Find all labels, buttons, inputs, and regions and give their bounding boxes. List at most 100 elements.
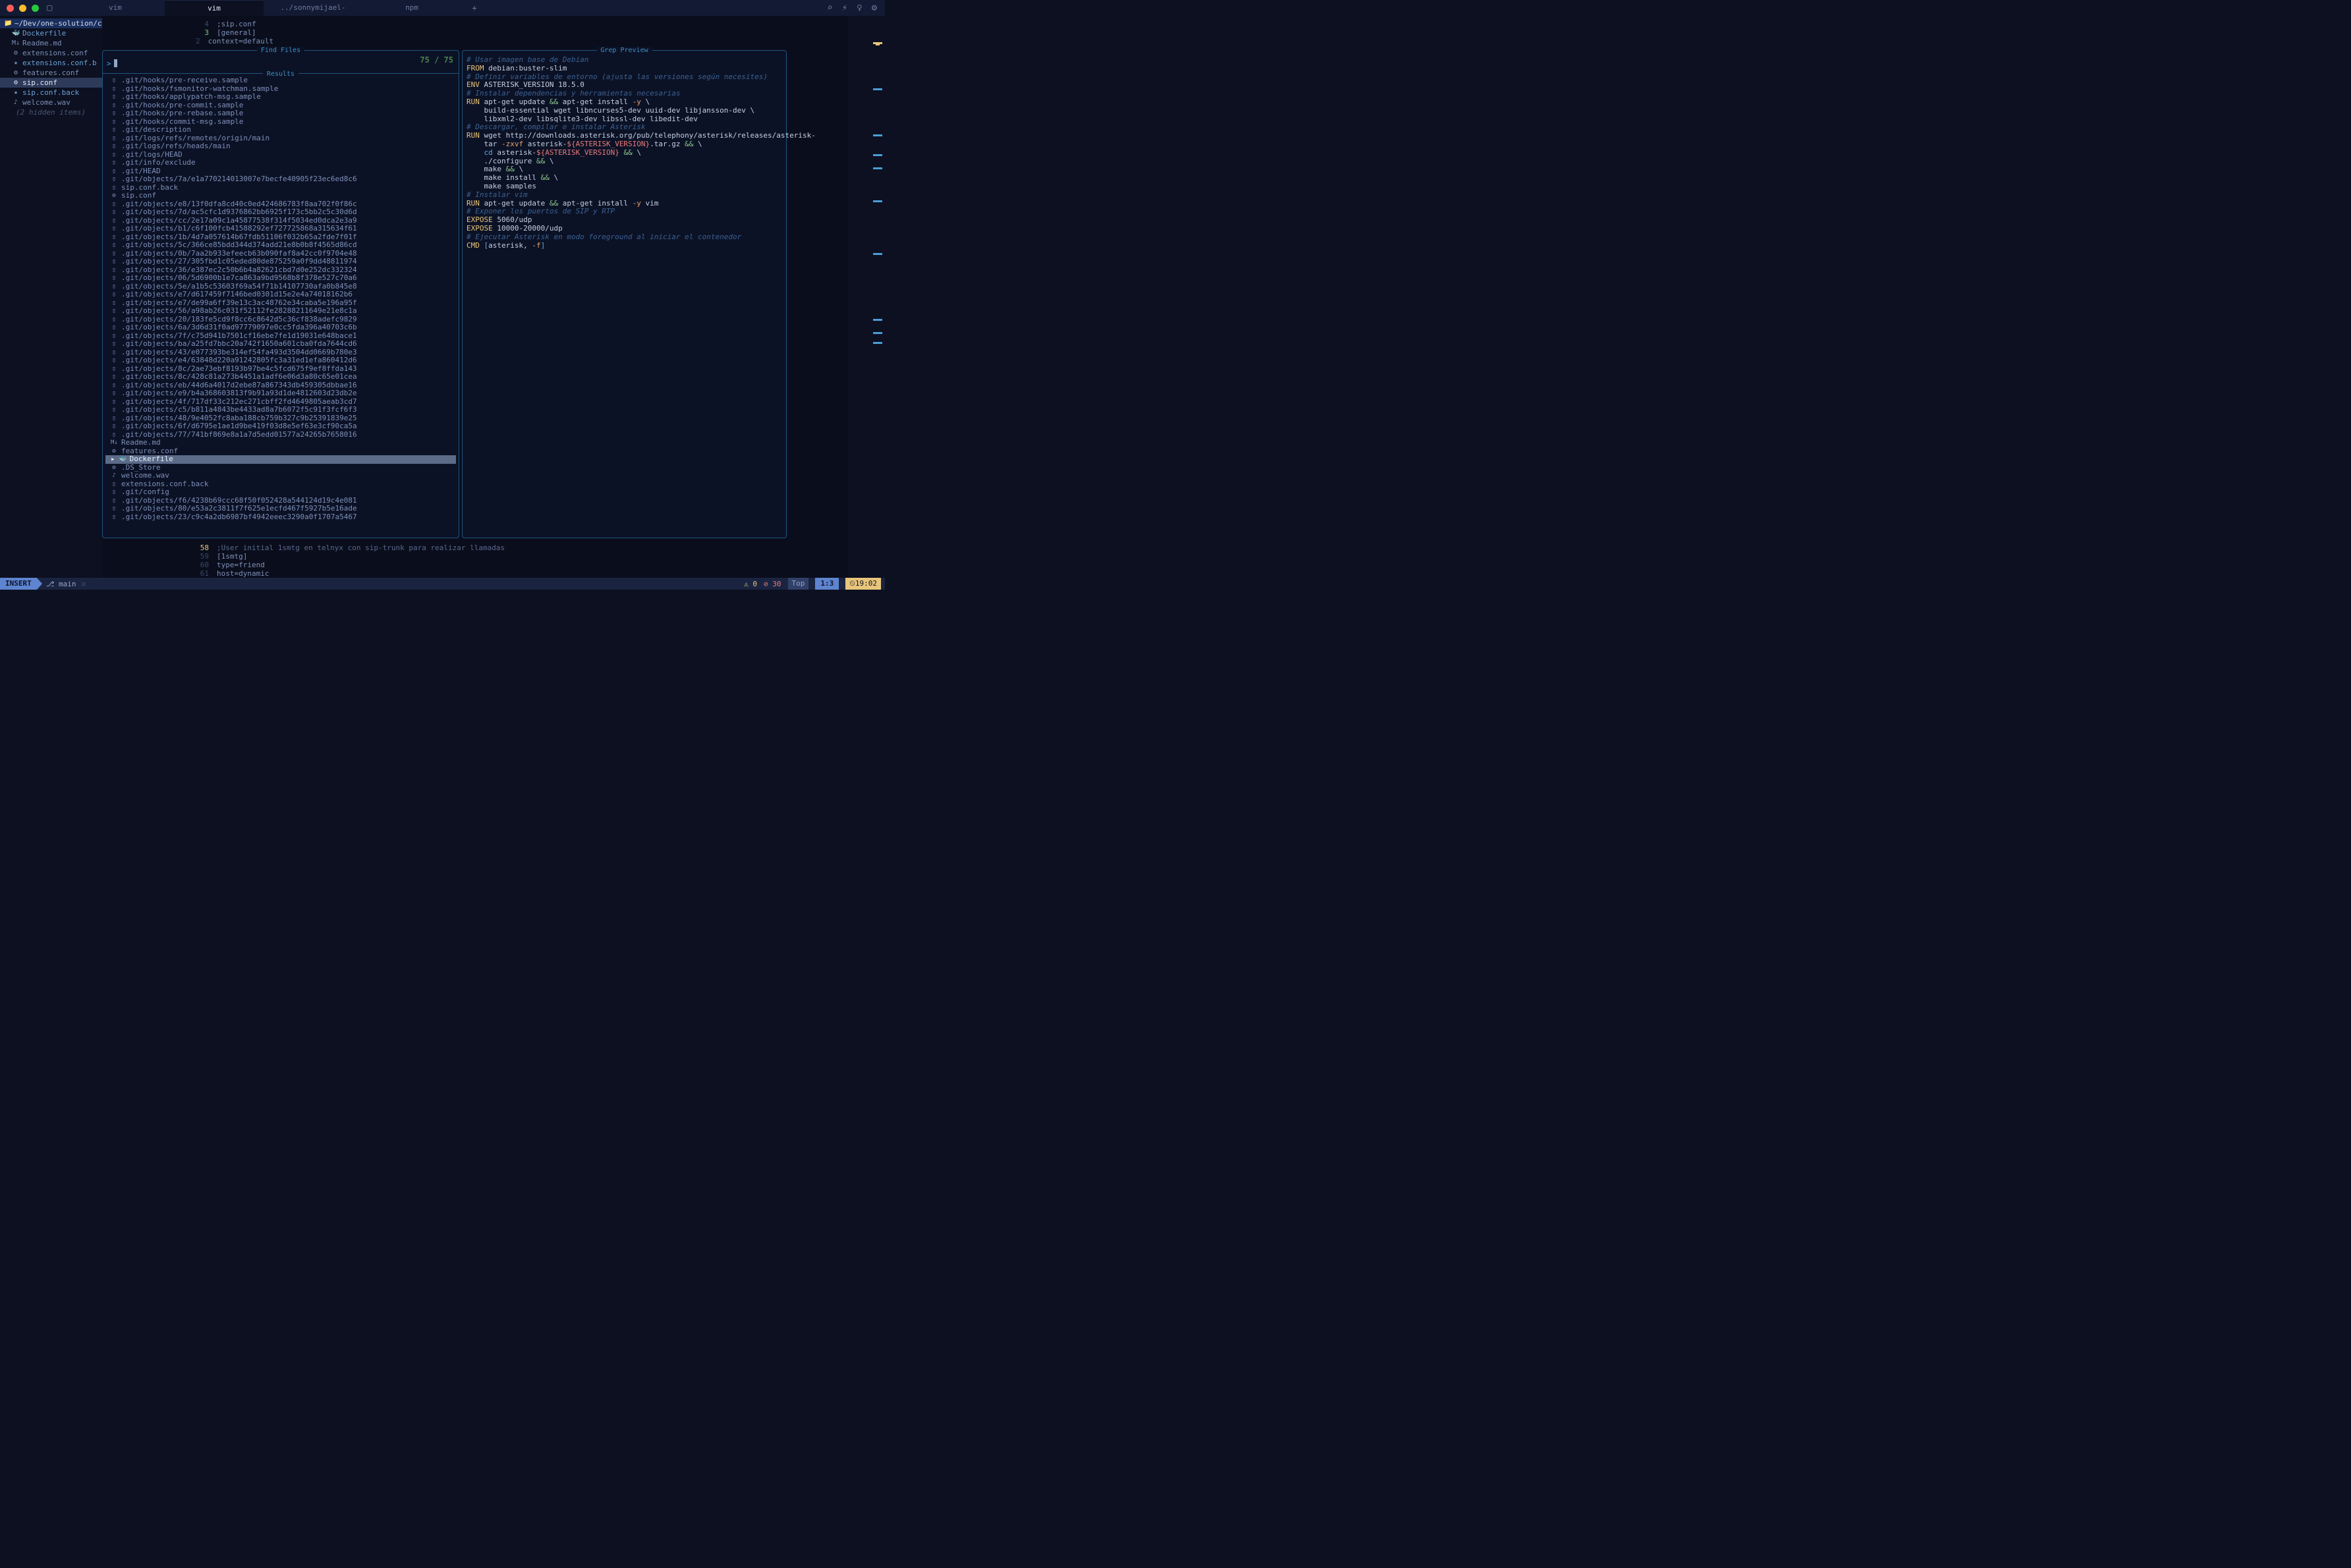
result-row[interactable]: ▯.git/hooks/applypatch-msg.sample xyxy=(105,93,456,101)
tab-bar: vimvim../sonnymijael-homepagenpm+ xyxy=(66,0,819,16)
file-icon: ▯ xyxy=(111,414,117,423)
result-row[interactable]: ▯.git/config xyxy=(105,488,456,497)
search-icon[interactable]: ⌕ xyxy=(827,3,832,13)
result-row[interactable]: ▯sip.conf.back xyxy=(105,184,456,192)
bulb-icon[interactable]: ♀ xyxy=(857,3,862,13)
minimap-marker[interactable] xyxy=(873,332,882,334)
result-row[interactable]: ▯.git/objects/ba/a25fd7bbc20a742f1650a60… xyxy=(105,340,456,349)
file-icon: ⚙ xyxy=(12,69,20,76)
result-row[interactable]: M↓Readme.md xyxy=(105,439,456,447)
result-row[interactable]: ▯.git/logs/refs/heads/main xyxy=(105,142,456,151)
minimap-marker[interactable] xyxy=(873,253,882,255)
file-icon: ▯ xyxy=(111,217,117,225)
editor-area[interactable]: 4;sip.conf3[general]2context=default Fin… xyxy=(102,16,885,578)
result-label: .git/objects/5c/366ce85bdd344d374add21e8… xyxy=(121,241,357,250)
result-row[interactable]: ▯.git/objects/27/305fbd1c05eded80de87525… xyxy=(105,258,456,266)
file-icon: ▯ xyxy=(111,323,117,332)
maximize-window-icon[interactable] xyxy=(32,5,39,12)
minimap-marker[interactable] xyxy=(873,167,882,169)
minimap-marker[interactable] xyxy=(873,200,882,202)
tab[interactable]: npm xyxy=(362,0,461,16)
file-tree-item-label: sip.conf xyxy=(22,78,57,87)
minimap-marker[interactable] xyxy=(873,134,882,136)
result-row[interactable]: ▯.git/description xyxy=(105,126,456,134)
file-tree-item[interactable]: ⚙sip.conf xyxy=(0,78,102,88)
settings-icon[interactable]: ⚙ xyxy=(872,3,877,13)
result-row[interactable]: ⚙sip.conf xyxy=(105,192,456,200)
file-tree-header[interactable]: 📁 ~/Dev/one-solution/communication/pbx xyxy=(0,18,102,28)
result-label: .git/objects/7d/ac5cfc1d9376862bb6925f17… xyxy=(121,208,357,217)
file-tree[interactable]: 📁 ~/Dev/one-solution/communication/pbx 🐳… xyxy=(0,16,102,578)
result-row[interactable]: ♪welcome.wav xyxy=(105,472,456,480)
tab[interactable]: ../sonnymijael-homepage xyxy=(264,0,362,16)
result-row[interactable]: ▯.git/hooks/pre-rebase.sample xyxy=(105,109,456,118)
result-label: .git/objects/b1/c6f100fcb41588292ef72772… xyxy=(121,225,357,233)
editor-line: 59[1smtg] xyxy=(188,552,885,561)
result-row[interactable]: ▯.git/objects/06/5d6900b1e7ca863a9bd9568… xyxy=(105,274,456,283)
result-row[interactable]: ▯ .git/objects/5c/366ce85bdd344d374add21e… xyxy=(105,241,456,250)
close-window-icon[interactable] xyxy=(7,5,14,12)
file-icon: ▯ xyxy=(111,241,117,250)
errors-count[interactable]: ⊘ 30 xyxy=(764,580,781,588)
status-bar: INSERT ⎇ main ≡ ⚠ 0 ⊘ 30 Top 1:3 ⏲19:02 xyxy=(0,578,885,590)
result-row[interactable]: ▯.git/objects/7a/e1a770214013007e7becfe4… xyxy=(105,175,456,184)
minimize-window-icon[interactable] xyxy=(19,5,26,12)
file-icon: ▯ xyxy=(111,101,117,110)
panel-toggle-icon[interactable]: ▢ xyxy=(47,3,52,13)
minimap-marker[interactable] xyxy=(876,43,880,45)
minimap[interactable] xyxy=(848,16,885,578)
file-tree-item-label: Readme.md xyxy=(22,39,62,47)
scroll-position: Top xyxy=(788,578,809,590)
file-icon: ⚙ xyxy=(12,49,20,57)
file-tree-item[interactable]: ♪welcome.wav xyxy=(0,98,102,107)
file-tree-item[interactable]: ⚙extensions.conf xyxy=(0,48,102,58)
file-tree-path: ~/Dev/one-solution/communication/pbx xyxy=(14,19,102,28)
tab[interactable]: vim xyxy=(165,0,264,16)
file-tree-item[interactable]: M↓Readme.md xyxy=(0,38,102,48)
result-row[interactable]: ▯.git/objects/e9/b4a368603813f9b91a93d1d… xyxy=(105,389,456,398)
file-icon: ▯ xyxy=(111,159,117,167)
result-label: .git/objects/ba/a25fd7bbc20a742f1650a601… xyxy=(121,340,357,349)
result-row[interactable]: ▯.git/objects/23/c9c4a2db6987bf4942eeec3… xyxy=(105,513,456,522)
file-icon: ▯ xyxy=(111,76,117,85)
result-row[interactable]: ▯.git/objects/56/a98ab26c031f52112fe2828… xyxy=(105,307,456,316)
result-label: .git/objects/c5/b811a4843be4433ad8a7b607… xyxy=(121,406,357,414)
grep-preview-content[interactable]: # Usar imagen base de DebianFROM debian:… xyxy=(463,51,786,255)
minimap-marker[interactable] xyxy=(873,88,882,90)
tab[interactable]: vim xyxy=(66,0,165,16)
result-label: .git/objects/e9/b4a368603813f9b91a93d1de… xyxy=(121,389,357,398)
git-branch[interactable]: ⎇ main xyxy=(46,580,76,588)
new-tab-button[interactable]: + xyxy=(461,0,488,16)
result-row[interactable]: ▯.git/objects/7d/ac5cfc1d9376862bb6925f1… xyxy=(105,208,456,217)
result-row[interactable]: ▸ 🐳Dockerfile xyxy=(105,455,456,464)
minimap-marker[interactable] xyxy=(873,154,882,156)
file-icon: ▯ xyxy=(111,250,117,258)
result-row[interactable]: ▯.git/objects/8c/428c81a273b4451a1adf6e0… xyxy=(105,373,456,381)
editor-line: 58;User initial 1smtg en telnyx con sip-… xyxy=(188,544,885,552)
result-row[interactable]: ▯.git/objects/b1/c6f100fcb41588292ef7277… xyxy=(105,225,456,233)
result-row[interactable]: ▯.git/objects/6a/3d6d31f0ad97779097e0cc5… xyxy=(105,323,456,332)
results-list[interactable]: ▯.git/hooks/pre-receive.sample▯.git/hook… xyxy=(103,74,459,524)
file-tree-item[interactable]: ★sip.conf.back xyxy=(0,88,102,98)
result-row[interactable]: ▯.git/objects/e7/d617459f7146bed0301d15e… xyxy=(105,291,456,299)
file-tree-item-label: features.conf xyxy=(22,69,79,77)
find-files-input[interactable]: > xyxy=(103,57,459,69)
file-icon: ▯ xyxy=(111,299,117,308)
lightning-icon[interactable]: ⚡ xyxy=(842,3,847,13)
result-row[interactable]: ▯.git/objects/c5/b811a4843be4433ad8a7b60… xyxy=(105,406,456,414)
result-label: sip.conf xyxy=(121,192,156,200)
minimap-marker[interactable] xyxy=(873,319,882,321)
file-icon: ▯ xyxy=(111,513,117,522)
file-icon: ▯ xyxy=(111,233,117,242)
result-row[interactable]: ▯.git/objects/e4/63848d220a91242805fc3a3… xyxy=(105,356,456,365)
warnings-count[interactable]: ⚠ 0 xyxy=(744,580,757,588)
minimap-marker[interactable] xyxy=(873,342,882,344)
file-icon: M↓ xyxy=(12,40,20,47)
file-tree-item[interactable]: 🐳Dockerfile xyxy=(0,28,102,38)
result-row[interactable]: ▯.git/objects/6f/d6795e1ae1d9be419f03d8e… xyxy=(105,422,456,431)
file-tree-item[interactable]: ⚙features.conf xyxy=(0,68,102,78)
file-icon: ▯ xyxy=(111,373,117,381)
result-row[interactable]: ▯.git/info/exclude xyxy=(105,159,456,167)
file-tree-item[interactable]: ★extensions.conf.b xyxy=(0,58,102,68)
result-row[interactable]: ▯.git/objects/80/e53a2c3811f7f625e1ecfd4… xyxy=(105,505,456,513)
